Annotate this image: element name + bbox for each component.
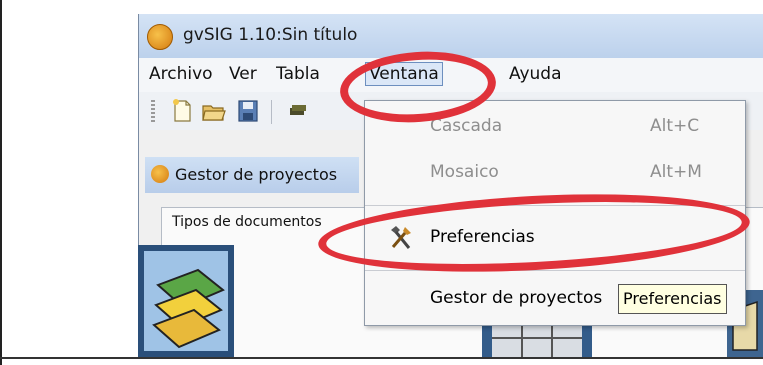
layer-icon[interactable] bbox=[285, 98, 311, 124]
gvsig-app-icon bbox=[147, 24, 173, 50]
title-bar: gvSIG 1.10:Sin título bbox=[139, 14, 763, 58]
project-manager-title: Gestor de proyectos bbox=[175, 165, 338, 184]
save-icon[interactable] bbox=[235, 98, 261, 124]
screenshot-frame: gvSIG 1.10:Sin título Archivo Ver Tabla … bbox=[0, 0, 763, 365]
menu-archivo[interactable]: Archivo bbox=[149, 64, 213, 84]
toolbar-grip[interactable] bbox=[151, 100, 155, 124]
toolbar-separator bbox=[271, 100, 272, 124]
gestor-de-proyectos-label: Gestor de proyectos bbox=[430, 288, 603, 308]
project-manager-titlebar: Gestor de proyectos bbox=[145, 157, 359, 193]
document-types-label: Tipos de documentos bbox=[172, 214, 322, 230]
mosaico-label: Mosaico bbox=[430, 162, 499, 182]
cascada-shortcut: Alt+C bbox=[650, 116, 700, 136]
frame-bottom-border bbox=[0, 357, 763, 359]
new-file-icon[interactable] bbox=[169, 98, 195, 124]
window-title: gvSIG 1.10:Sin título bbox=[183, 25, 358, 45]
menu-ver[interactable]: Ver bbox=[229, 64, 257, 84]
mosaico-shortcut: Alt+M bbox=[650, 162, 702, 182]
open-folder-icon[interactable] bbox=[201, 98, 227, 124]
menu-ayuda[interactable]: Ayuda bbox=[509, 64, 562, 84]
preferencias-tooltip: Preferencias bbox=[618, 284, 727, 314]
frame-left-border bbox=[0, 0, 2, 365]
gvsig-app-icon-small bbox=[151, 165, 169, 183]
view-document-icon[interactable] bbox=[138, 245, 234, 357]
menu-item-mosaico[interactable]: Mosaico Alt+M bbox=[365, 153, 745, 193]
